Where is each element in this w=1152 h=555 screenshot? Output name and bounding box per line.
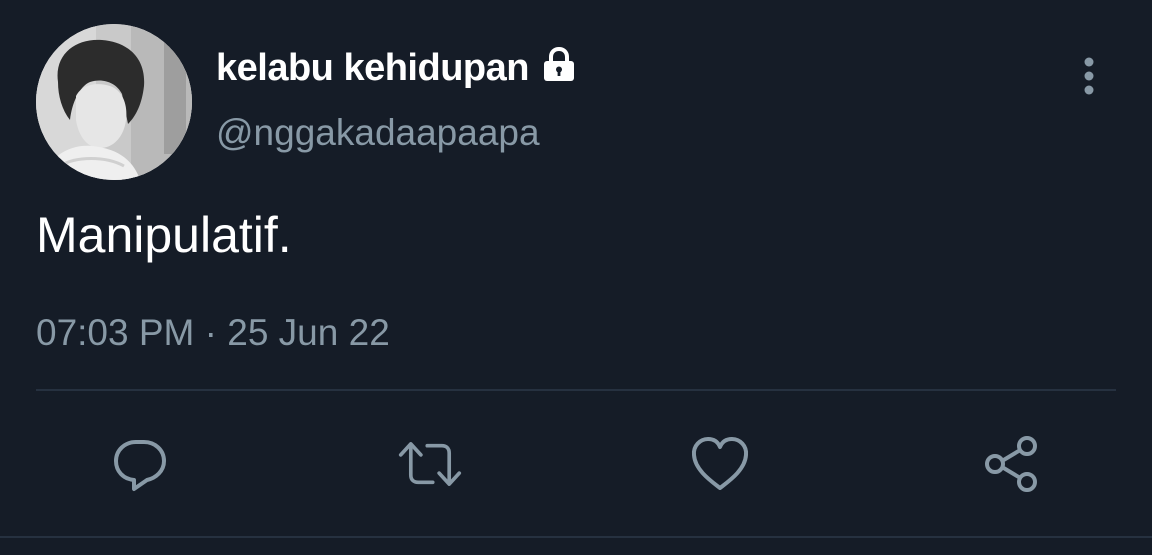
bottom-divider bbox=[0, 536, 1152, 538]
lock-icon bbox=[539, 45, 579, 85]
like-button[interactable] bbox=[688, 432, 752, 496]
tweet-detail: kelabu kehidupan @nggakadaapaapa Manipul… bbox=[0, 0, 1152, 555]
more-vertical-icon bbox=[1084, 57, 1094, 95]
user-handle[interactable]: @nggakadaapaapa bbox=[216, 112, 540, 154]
retweet-icon bbox=[398, 442, 462, 486]
share-button[interactable] bbox=[980, 432, 1044, 496]
reply-icon bbox=[114, 440, 166, 491]
retweet-button[interactable] bbox=[398, 432, 462, 496]
avatar-image bbox=[36, 24, 192, 180]
like-icon bbox=[691, 437, 749, 490]
more-options-button[interactable] bbox=[1070, 52, 1108, 100]
divider bbox=[36, 389, 1116, 391]
tweet-text: Manipulatif. bbox=[36, 207, 292, 263]
reply-button[interactable] bbox=[108, 432, 172, 496]
display-name-row[interactable]: kelabu kehidupan bbox=[216, 44, 579, 92]
avatar[interactable] bbox=[36, 24, 192, 180]
tweet-timestamp[interactable]: 07:03 PM · 25 Jun 22 bbox=[36, 312, 390, 354]
share-icon bbox=[985, 436, 1037, 492]
display-name[interactable]: kelabu kehidupan bbox=[216, 47, 529, 90]
